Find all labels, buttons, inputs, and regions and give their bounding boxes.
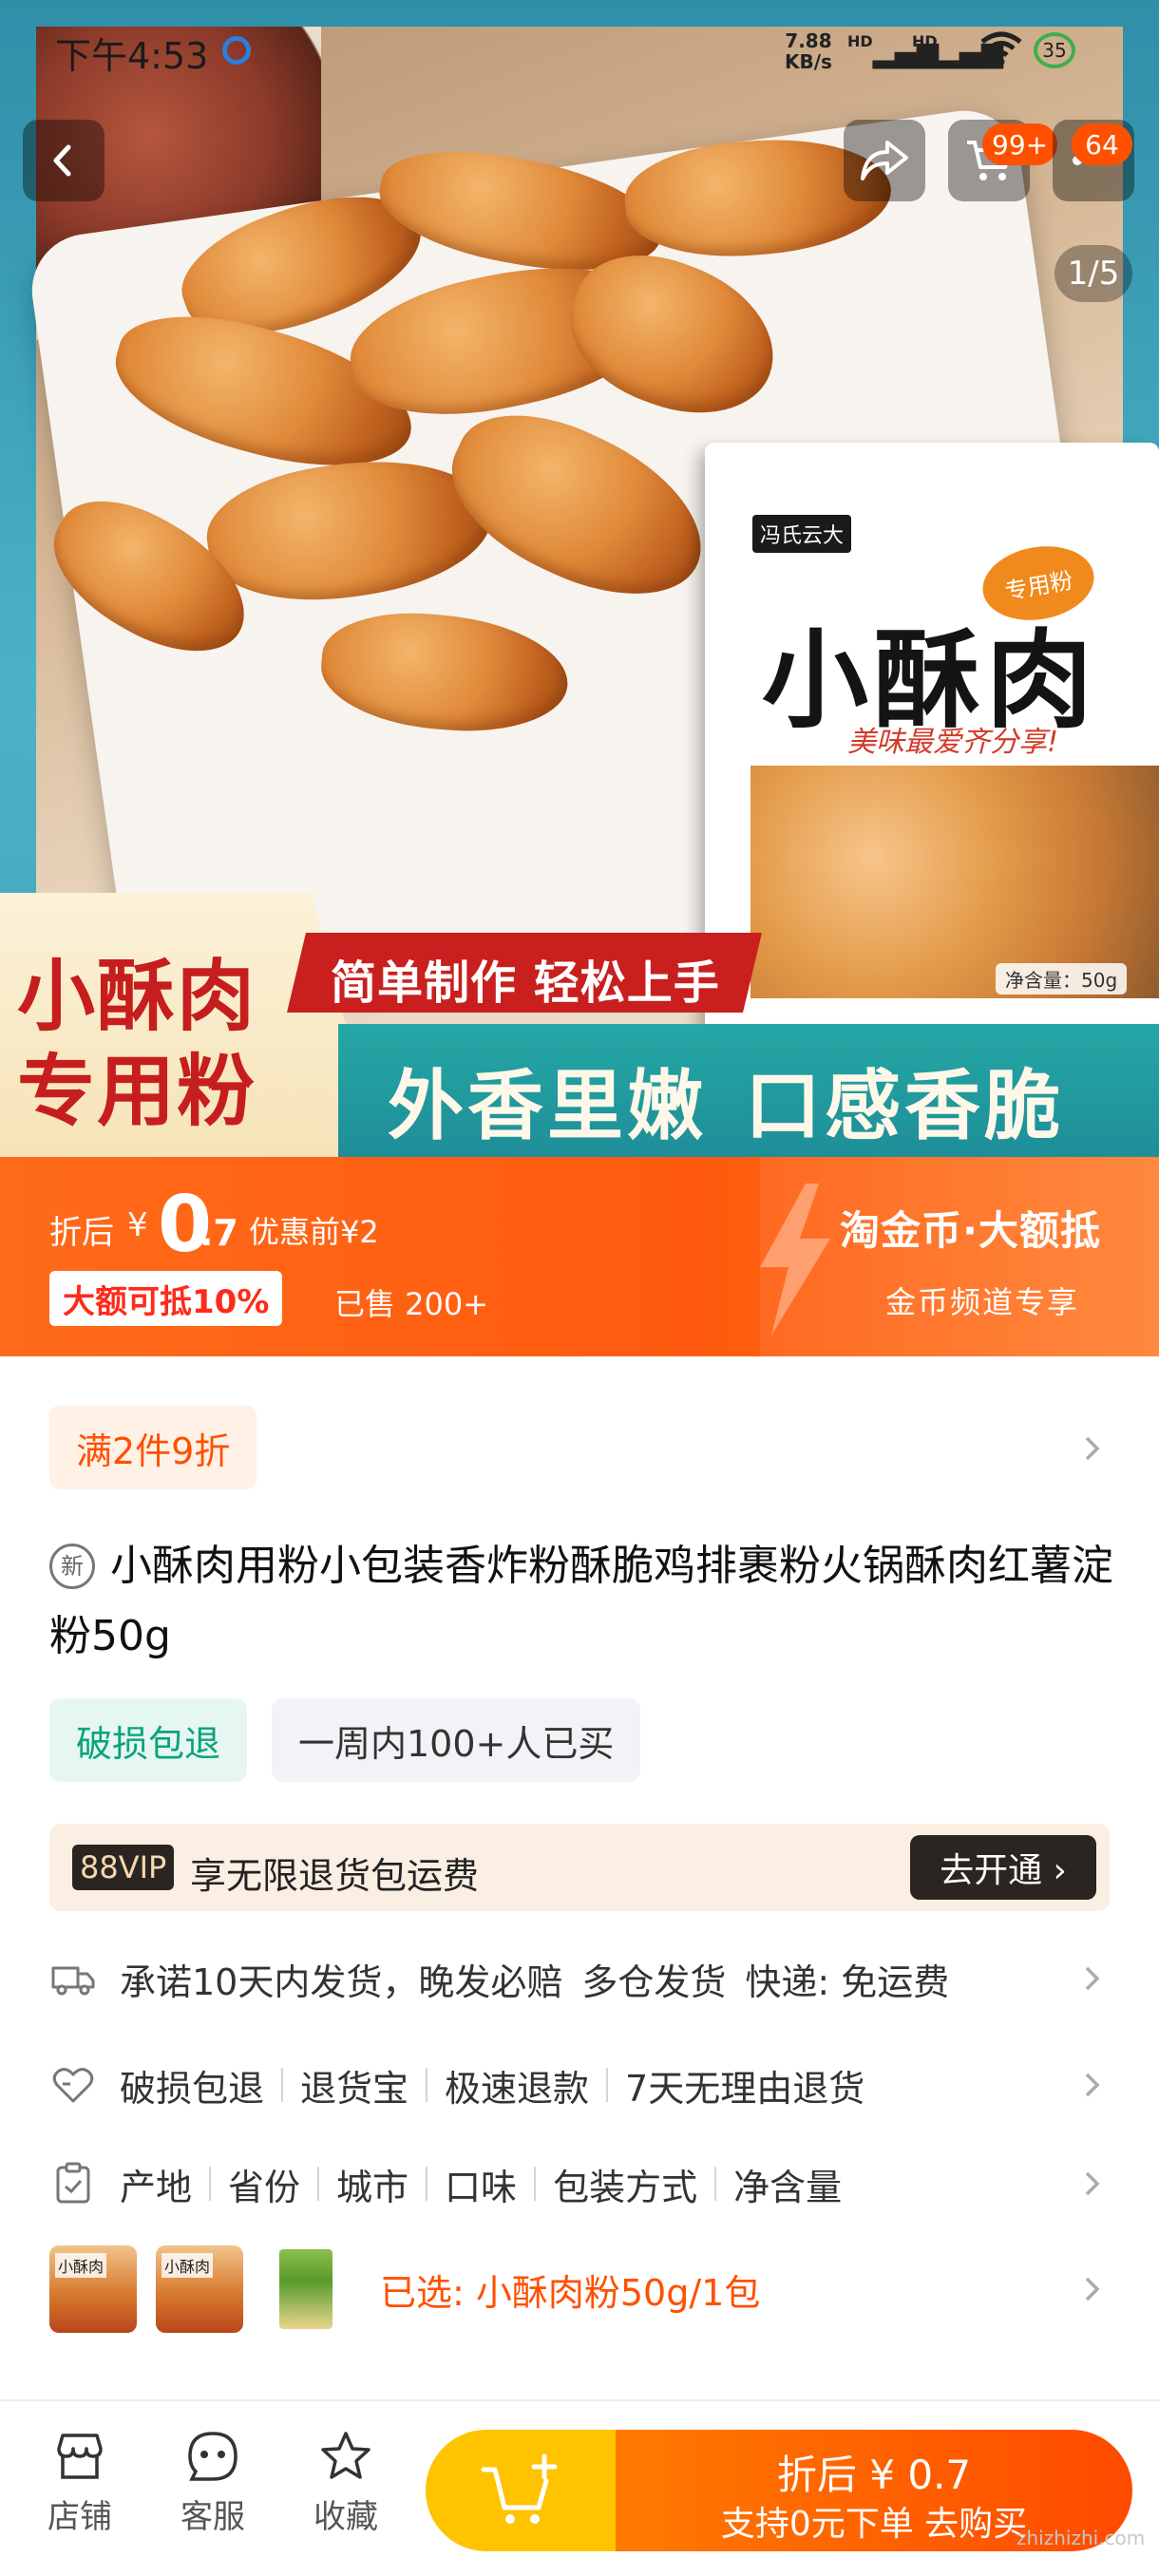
- price-bar: 折后 ¥ 0 .7 优惠前¥2 大额可抵10% 已售 200+ 淘金币·大额抵 …: [0, 1157, 1159, 1356]
- vip-banner[interactable]: 88VIP 享无限退货包运费 去开通 ›: [49, 1824, 1110, 1911]
- chevron-right-icon[interactable]: [1077, 2071, 1106, 2099]
- vip-activate-button[interactable]: 去开通 ›: [910, 1835, 1096, 1900]
- after-discount-label: 折后: [49, 1214, 114, 1252]
- back-icon: [53, 144, 71, 177]
- store-icon: [57, 2434, 103, 2479]
- product-info-card: 满2件9折 新小酥肉用粉小包装香炸粉酥脆鸡排裹粉火锅酥肉红薯淀粉50g 破损包退…: [0, 1356, 1159, 2399]
- cart-count-badge: 99+: [982, 123, 1058, 165]
- chevron-right-icon[interactable]: [1077, 1434, 1106, 1463]
- tab-store[interactable]: 店铺: [23, 2430, 137, 2537]
- weekly-buyers-chip[interactable]: 一周内100+人已买: [272, 1698, 641, 1782]
- star-icon: [321, 2432, 370, 2479]
- share-button[interactable]: [844, 120, 925, 201]
- product-package: 冯氏云大 专用粉 小酥肉 美味最爱齐分享! 净含量：50g: [705, 443, 1159, 1032]
- chevron-right-icon[interactable]: [1077, 2169, 1106, 2198]
- taojinbi-title[interactable]: 淘金币·大额抵: [840, 1199, 1101, 1257]
- add-to-cart-button[interactable]: [426, 2430, 616, 2551]
- selected-sku-text: 已选: 小酥肉粉50g/1包: [380, 2271, 761, 2314]
- buy-price: 折后 ¥ 0.7: [776, 2452, 972, 2498]
- price-decimal: .7: [200, 1212, 238, 1254]
- chat-face-icon: [188, 2432, 238, 2481]
- message-count-badge: 64: [1072, 123, 1132, 165]
- tab-favorite[interactable]: 收藏: [289, 2430, 403, 2537]
- status-bar: 下午4:53 7.88 KB/s HD▂▄▆ HD▂▄▆ 35: [0, 0, 1159, 95]
- add-cart-icon: [481, 2453, 558, 2524]
- chevron-right-icon[interactable]: [1077, 2275, 1106, 2303]
- banner-left-text: 小酥肉 专用粉: [17, 952, 257, 1137]
- product-page: 冯氏云大 专用粉 小酥肉 美味最爱齐分享! 净含量：50g 小酥肉 专用粉 简单…: [0, 0, 1159, 2576]
- damage-refund-chip[interactable]: 破损包退: [49, 1698, 248, 1782]
- back-button[interactable]: [23, 120, 104, 201]
- currency-symbol: ¥: [127, 1206, 148, 1244]
- tab-customer-service[interactable]: 客服: [156, 2430, 270, 2537]
- package-net-weight: 净含量：50g: [996, 963, 1128, 994]
- banner-teal-text: 外香里嫩 口感香脆: [388, 1062, 1064, 1150]
- chevron-right-icon[interactable]: [1077, 1964, 1106, 1993]
- package-slogan: 美味最爱齐分享!: [847, 726, 1059, 759]
- guarantee-row[interactable]: 破损包退 退货宝 极速退款 7天无理由退货: [49, 2052, 1123, 2118]
- clipboard-icon: [56, 2162, 90, 2204]
- image-page-counter: 1/5: [1054, 245, 1132, 302]
- wifi-icon: [978, 28, 1024, 75]
- bottom-action-bar: 店铺 客服 收藏 折后 ¥ 0.7 支持0元下单 去购买: [0, 2399, 1159, 2576]
- share-icon: [861, 141, 908, 180]
- shipping-row[interactable]: 承诺10天内发货，晚发必赔 多仓发货 快递: 免运费: [49, 1945, 1123, 2012]
- package-brand: 冯氏云大: [752, 515, 852, 553]
- status-time: 下午4:53: [55, 35, 209, 77]
- promo-tag[interactable]: 满2件9折: [49, 1406, 257, 1489]
- original-price: 优惠前¥2: [249, 1214, 379, 1250]
- sku-thumbnail[interactable]: 小酥肉: [49, 2245, 137, 2333]
- battery-icon: 35: [1034, 32, 1075, 68]
- sku-selector-row[interactable]: 小酥肉 小酥肉 已选: 小酥肉粉50g/1包: [49, 2242, 1123, 2337]
- new-badge-icon: 新: [49, 1544, 95, 1589]
- coin-deduction-tag: 大额可抵10%: [49, 1271, 283, 1326]
- 88vip-logo: 88VIP: [72, 1845, 175, 1890]
- sku-thumbnail[interactable]: 小酥肉: [156, 2245, 243, 2333]
- vip-benefit-text: 享无限退货包运费: [190, 1855, 480, 1897]
- network-speed: 7.88 KB/s: [785, 29, 832, 73]
- product-title: 新小酥肉用粉小包装香炸粉酥脆鸡排裹粉火锅酥肉红薯淀粉50g: [49, 1542, 1113, 1660]
- product-image-carousel[interactable]: 冯氏云大 专用粉 小酥肉 美味最爱齐分享! 净含量：50g 小酥肉 专用粉 简单…: [0, 0, 1159, 1157]
- truck-icon: [51, 1966, 95, 1996]
- sku-thumbnail[interactable]: [262, 2245, 350, 2333]
- sold-count: 已售 200+: [334, 1286, 489, 1322]
- notification-dot-icon: [222, 36, 251, 65]
- lightning-icon: [760, 1184, 830, 1335]
- banner-red-text: 简单制作 轻松上手: [331, 957, 720, 1010]
- heart-shield-icon: [52, 2068, 94, 2103]
- parameters-row[interactable]: 产地 省份 城市 口味 包装方式 净含量: [49, 2150, 1123, 2217]
- watermark: zhizhizhi.com: [1016, 2527, 1146, 2549]
- taojinbi-subtitle: 金币频道专享: [885, 1284, 1080, 1320]
